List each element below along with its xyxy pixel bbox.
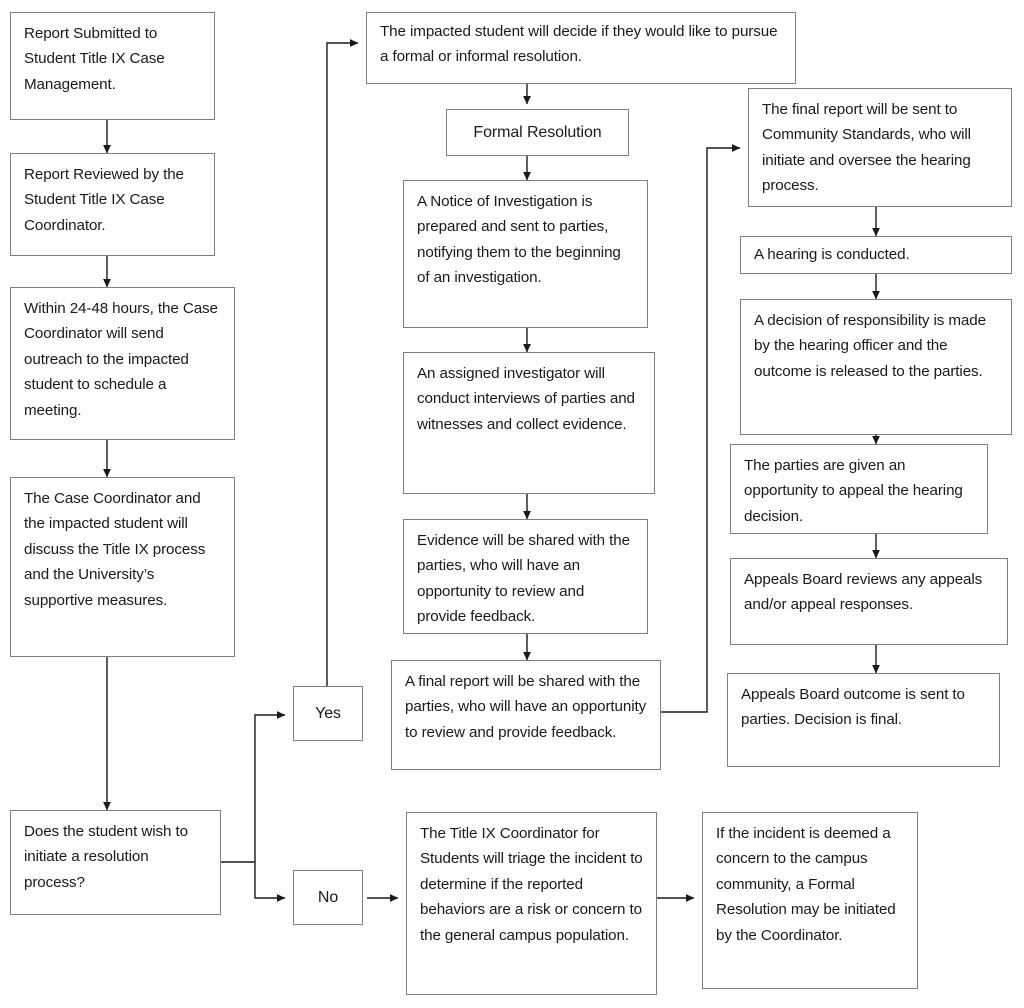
node-appeals-board-reviews-label: Appeals Board reviews any appeals and/or… (744, 571, 983, 614)
node-report-reviewed-label: Report Reviewed by the Student Title IX … (24, 166, 184, 234)
node-case-coordinator-discussion-label: The Case Coordinator and the impacted st… (24, 490, 206, 609)
node-impacted-student-decides-label: The impacted student will decide if they… (380, 23, 778, 66)
node-within-24-48-hours-label: Within 24-48 hours, the Case Coordinator… (24, 300, 218, 419)
node-branch-no-label: No (317, 888, 339, 906)
node-appeals-board-outcome[interactable]: Appeals Board outcome is sent to parties… (727, 673, 1000, 767)
node-final-report-to-community-standards-label: The final report will be sent to Communi… (762, 101, 971, 195)
connector-decision-to-yes (254, 711, 286, 862)
connector-yes-to-impacted-student (326, 39, 359, 686)
node-final-report-to-community-standards[interactable]: The final report will be sent to Communi… (748, 88, 1012, 207)
node-evidence-shared[interactable]: Evidence will be shared with the parties… (403, 519, 648, 634)
node-branch-no[interactable]: No (293, 870, 363, 925)
connector-final-report-to-community-standards (661, 144, 741, 713)
node-report-reviewed[interactable]: Report Reviewed by the Student Title IX … (10, 153, 215, 256)
node-decision-of-responsibility[interactable]: A decision of responsibility is made by … (740, 299, 1012, 435)
node-within-24-48-hours[interactable]: Within 24-48 hours, the Case Coordinator… (10, 287, 235, 440)
node-report-submitted-label: Report Submitted to Student Title IX Cas… (24, 25, 165, 93)
node-assigned-investigator[interactable]: An assigned investigator will conduct in… (403, 352, 655, 494)
node-final-report-shared[interactable]: A final report will be shared with the p… (391, 660, 661, 770)
node-report-submitted[interactable]: Report Submitted to Student Title IX Cas… (10, 12, 215, 120)
node-hearing-conducted-label: A hearing is conducted. (754, 246, 910, 264)
node-incident-deemed-concern[interactable]: If the incident is deemed a concern to t… (702, 812, 918, 989)
node-notice-of-investigation-label: A Notice of Investigation is prepared an… (417, 193, 621, 287)
node-case-coordinator-discussion[interactable]: The Case Coordinator and the impacted st… (10, 477, 235, 657)
flowchart-canvas: Report Submitted to Student Title IX Cas… (0, 0, 1024, 1008)
node-formal-resolution-label: Formal Resolution (473, 123, 602, 141)
node-assigned-investigator-label: An assigned investigator will conduct in… (417, 365, 635, 433)
node-hearing-conducted[interactable]: A hearing is conducted. (740, 236, 1012, 274)
node-appeals-board-reviews[interactable]: Appeals Board reviews any appeals and/or… (730, 558, 1008, 645)
node-incident-deemed-concern-label: If the incident is deemed a concern to t… (716, 825, 896, 944)
node-formal-resolution[interactable]: Formal Resolution (446, 109, 629, 156)
node-final-report-shared-label: A final report will be shared with the p… (405, 673, 647, 741)
node-branch-yes-label: Yes (315, 704, 341, 722)
connector-decision-to-no (254, 862, 286, 902)
node-appeals-board-outcome-label: Appeals Board outcome is sent to parties… (741, 686, 965, 729)
node-parties-appeal-opportunity-label: The parties are given an opportunity to … (744, 457, 963, 525)
node-evidence-shared-label: Evidence will be shared with the parties… (417, 532, 630, 626)
node-decision-initiate-resolution-label: Does the student wish to initiate a reso… (24, 823, 188, 891)
node-notice-of-investigation[interactable]: A Notice of Investigation is prepared an… (403, 180, 648, 328)
node-decision-initiate-resolution[interactable]: Does the student wish to initiate a reso… (10, 810, 221, 915)
node-triage-incident[interactable]: The Title IX Coordinator for Students wi… (406, 812, 657, 995)
node-decision-of-responsibility-label: A decision of responsibility is made by … (754, 312, 986, 380)
node-branch-yes[interactable]: Yes (293, 686, 363, 741)
node-triage-incident-label: The Title IX Coordinator for Students wi… (420, 825, 643, 944)
node-parties-appeal-opportunity[interactable]: The parties are given an opportunity to … (730, 444, 988, 534)
node-impacted-student-decides[interactable]: The impacted student will decide if they… (366, 12, 796, 84)
